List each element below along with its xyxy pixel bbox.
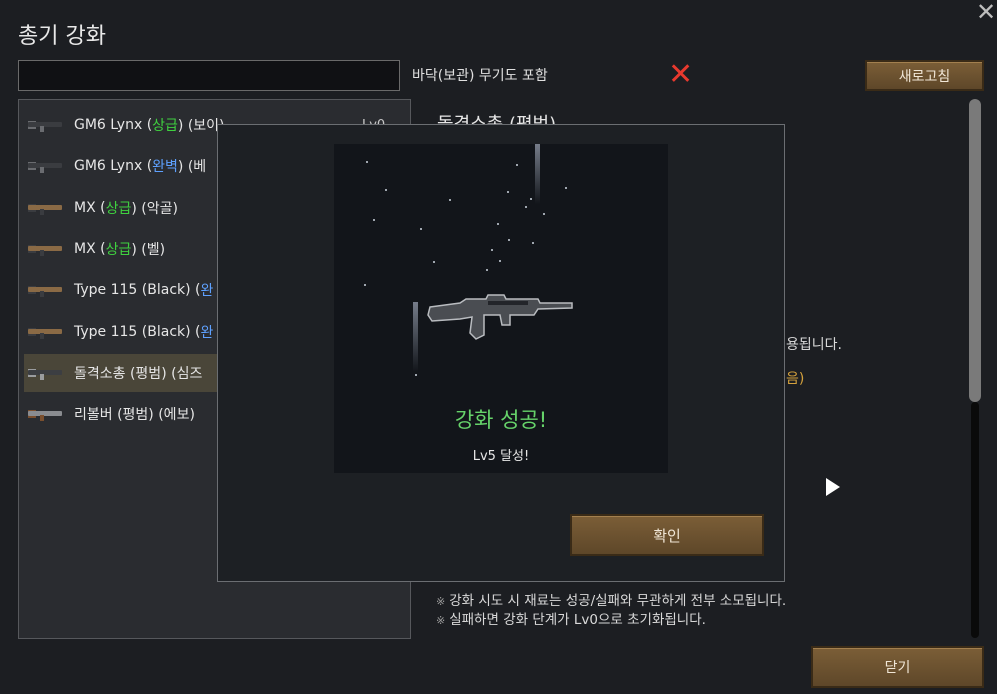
rifle-icon — [28, 325, 62, 339]
weapon-quality: 상급 — [105, 200, 132, 217]
star — [497, 223, 499, 225]
star — [433, 261, 435, 263]
weapon-quality: 완 — [200, 283, 214, 300]
rifle-icon — [28, 283, 62, 298]
detail-note-partial: 용됩니다. — [786, 337, 842, 353]
note-text: 실패하면 강화 단계가 Lv0으로 초기화됩니다. — [449, 612, 706, 628]
star — [491, 249, 493, 251]
window-title: 총기 강화 — [18, 24, 106, 49]
weapon-icon-body — [28, 287, 62, 293]
weapon-name: 돌격소총 (평범) (심즈 — [74, 365, 203, 382]
weapon-name: GM6 Lynx ( — [74, 117, 153, 133]
weapon-owner: ) (베 — [177, 159, 207, 176]
star — [364, 284, 366, 286]
star — [530, 198, 532, 200]
weapon-icon-grip — [40, 291, 44, 298]
detail-note-partial-highlight: 음) — [786, 371, 805, 387]
weapon-name: Type 115 (Black) ( — [74, 323, 201, 340]
include-floor-label: 바닥(보관) 무기도 포함 — [412, 68, 548, 84]
weapon-icon-body — [28, 328, 62, 334]
weapon-owner: ) (벨) — [131, 241, 166, 258]
weapon-icon-body — [28, 204, 62, 210]
star — [507, 191, 509, 193]
weapon-name: MX ( — [74, 199, 106, 216]
upgrade-notes: ※ 강화 시도 시 재료는 성공/실패와 무관하게 전부 소모됩니다. ※ 실패하면… — [436, 592, 786, 630]
star — [543, 213, 545, 215]
weapon-icon-body — [28, 369, 62, 375]
weapon-icon-body — [28, 411, 62, 417]
star — [508, 239, 510, 241]
note-text: 강화 시도 시 재료는 성공/실패와 무관하게 전부 소모됩니다. — [449, 593, 787, 609]
star — [415, 374, 417, 376]
light-beam — [413, 302, 418, 372]
upgrade-result-text: 강화 성공! — [454, 408, 548, 432]
weapon-icon-grip — [40, 208, 44, 215]
search-input[interactable] — [18, 60, 400, 91]
rifle-icon — [28, 242, 62, 256]
weapon-icon-body — [28, 163, 62, 169]
weapon-icon-grip — [40, 415, 44, 422]
note-line: ※ 강화 시도 시 재료는 성공/실패와 무관하게 전부 소모됩니다. — [436, 592, 786, 611]
include-floor-toggle-icon[interactable]: ✕ — [668, 60, 693, 90]
revolver-icon — [28, 407, 62, 422]
sniper-rifle-icon — [28, 118, 62, 132]
star — [373, 219, 375, 221]
weapon-icon-grip — [40, 373, 44, 380]
scrollbar-rail — [971, 402, 979, 638]
assault-rifle-icon — [427, 294, 573, 340]
star — [385, 189, 387, 191]
sniper-rifle-icon — [28, 159, 62, 174]
weapon-icon-body — [28, 122, 62, 127]
weapon-icon-grip — [40, 332, 44, 339]
mouse-cursor-icon — [826, 478, 840, 496]
star — [449, 199, 451, 201]
weapon-quality: 완벽 — [152, 159, 178, 176]
star — [516, 164, 518, 166]
note-mark: ※ — [436, 614, 446, 627]
refresh-button[interactable]: 새로고침 — [865, 60, 984, 91]
weapon-icon-body — [28, 245, 62, 251]
weapon-name: GM6 Lynx ( — [74, 158, 153, 175]
close-button[interactable]: 닫기 — [811, 646, 984, 688]
note-mark: ※ — [436, 595, 446, 608]
light-beam — [535, 144, 540, 204]
weapon-quality: 완 — [200, 324, 214, 341]
weapon-name: Type 115 (Black) ( — [74, 282, 201, 299]
close-icon[interactable]: ✕ — [976, 0, 996, 24]
star — [525, 206, 527, 208]
star — [486, 269, 488, 271]
weapon-icon-grip — [40, 249, 44, 256]
upgrade-level-text: Lv5 달성! — [472, 449, 530, 464]
star — [532, 242, 534, 244]
weapon-icon-grip — [40, 126, 44, 132]
star — [366, 161, 368, 163]
weapon-name: 리볼버 (평범) (에보) — [74, 407, 195, 424]
weapon-owner: ) (악골) — [131, 200, 178, 217]
weapon-quality: 상급 — [105, 241, 132, 258]
star — [420, 228, 422, 230]
rifle-icon — [28, 201, 62, 215]
note-line: ※ 실패하면 강화 단계가 Lv0으로 초기화됩니다. — [436, 611, 786, 630]
weapon-name: MX ( — [74, 240, 106, 257]
assault-rifle-icon — [28, 366, 62, 380]
confirm-button[interactable]: 확인 — [570, 514, 764, 556]
weapon-quality: 상급 — [152, 118, 178, 134]
scrollbar-thumb[interactable] — [969, 99, 981, 402]
star — [499, 260, 501, 262]
weapon-icon-grip — [40, 167, 44, 174]
star — [565, 187, 567, 189]
